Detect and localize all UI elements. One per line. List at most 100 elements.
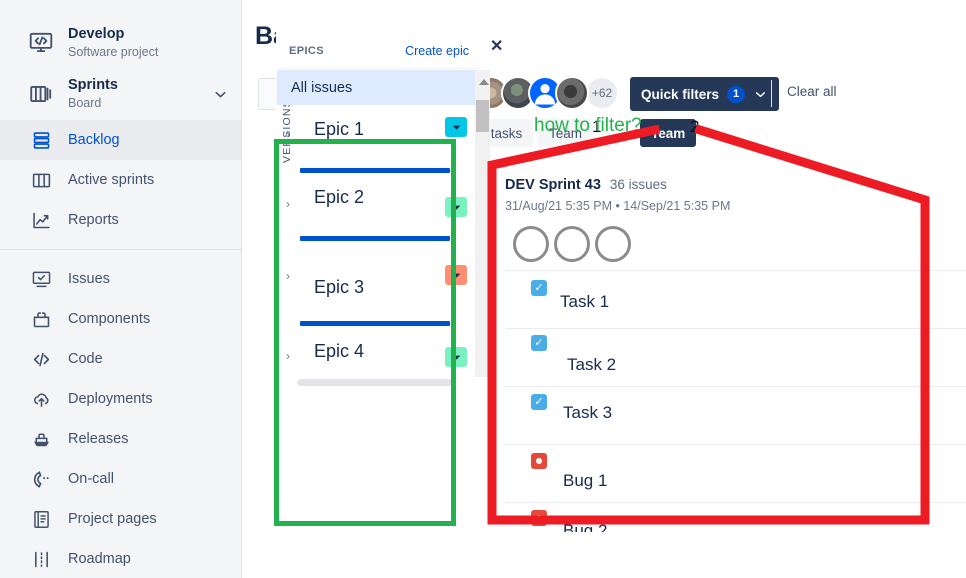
epic-color-swatch[interactable] bbox=[445, 197, 467, 217]
chevron-down-icon bbox=[753, 87, 768, 102]
issue-row[interactable]: Bug 2 bbox=[505, 502, 966, 532]
epic-color-swatch[interactable] bbox=[445, 117, 467, 137]
code-monitor-icon bbox=[28, 30, 54, 56]
project-sidebar: Develop Software project Sprints Board B… bbox=[0, 0, 242, 578]
issue-row[interactable]: ✓ Task 2 bbox=[505, 328, 966, 386]
app-window: Develop Software project Sprints Board B… bbox=[0, 0, 966, 578]
epics-scrollbar-thumb[interactable] bbox=[476, 100, 489, 132]
issue-label: Bug 1 bbox=[563, 471, 608, 490]
sidebar-item-label: Active sprints bbox=[68, 172, 155, 188]
issues-icon bbox=[28, 266, 54, 292]
avatar-overflow-count[interactable]: +62 bbox=[585, 76, 619, 110]
sidebar-divider bbox=[0, 249, 241, 250]
board-type: Board bbox=[68, 96, 102, 110]
task-icon: ✓ bbox=[531, 335, 547, 351]
filter-chip-team-active[interactable]: Team bbox=[640, 119, 697, 147]
clear-all-button[interactable]: Clear all bbox=[787, 84, 837, 99]
create-epic-button[interactable]: Create epic bbox=[405, 44, 469, 58]
sprint-dates: 31/Aug/21 5:35 PM • 14/Sep/21 5:35 PM bbox=[505, 199, 731, 213]
avatar[interactable] bbox=[513, 226, 549, 262]
close-icon[interactable]: ✕ bbox=[490, 39, 503, 55]
epic-row[interactable]: › Epic 1 bbox=[277, 105, 481, 179]
chevron-right-icon[interactable]: › bbox=[286, 197, 290, 211]
roadmap-icon bbox=[28, 546, 54, 572]
epics-list: › Epic 1 › Epic 2 › Epic 3 › Epic 4 bbox=[277, 105, 481, 377]
sidebar-item-label: Deployments bbox=[68, 391, 153, 407]
all-issues-label: All issues bbox=[291, 79, 353, 96]
epic-progress-bar bbox=[300, 321, 450, 326]
toolbar-divider bbox=[771, 80, 772, 107]
sidebar-item-label: Project pages bbox=[68, 511, 157, 527]
task-icon: ✓ bbox=[531, 280, 547, 296]
backlog-icon bbox=[28, 127, 54, 153]
annotation-how-to-filter: how to filter? bbox=[534, 115, 642, 136]
epics-all-issues-row[interactable]: All issues bbox=[277, 70, 481, 105]
sidebar-item-project-pages[interactable]: Project pages bbox=[0, 499, 241, 539]
epics-horizontal-scrollbar[interactable] bbox=[297, 379, 455, 386]
sprint-issue-count: 36 issues bbox=[609, 177, 667, 192]
issue-row[interactable]: ✓ Task 3 bbox=[505, 386, 966, 444]
sidebar-item-label: Backlog bbox=[68, 132, 120, 148]
epic-progress-bar bbox=[300, 236, 450, 241]
sprint-panel: DEV Sprint 43 36 issues 31/Aug/21 5:35 P… bbox=[497, 165, 966, 578]
epics-header-label: EPICS bbox=[289, 44, 325, 57]
bug-icon bbox=[531, 510, 547, 526]
sidebar-item-label: Reports bbox=[68, 212, 119, 228]
sidebar-project-header[interactable]: Develop Software project bbox=[0, 18, 241, 70]
chevron-right-icon[interactable]: › bbox=[286, 127, 290, 141]
chevron-right-icon[interactable]: › bbox=[286, 349, 290, 363]
sidebar-item-on-call[interactable]: On-call bbox=[0, 459, 241, 499]
reports-chart-icon bbox=[28, 207, 54, 233]
epic-name: Epic 1 bbox=[314, 119, 365, 139]
epics-panel-header: EPICS Create epic bbox=[277, 33, 481, 69]
sidebar-item-label: Components bbox=[68, 311, 151, 327]
sidebar-item-components[interactable]: Components bbox=[0, 299, 241, 339]
project-type: Software project bbox=[68, 45, 159, 59]
code-icon bbox=[28, 346, 54, 372]
main-content: Backlog +62 bbox=[242, 0, 966, 578]
quick-filters-button[interactable]: Quick filters 1 bbox=[630, 77, 780, 111]
columns-icon bbox=[28, 167, 54, 193]
sprint-name: DEV Sprint 43 bbox=[505, 177, 601, 193]
chevron-down-icon[interactable] bbox=[212, 86, 229, 103]
task-icon: ✓ bbox=[531, 394, 547, 410]
epic-name: Epic 3 bbox=[314, 277, 365, 297]
chevron-right-icon[interactable]: › bbox=[286, 269, 290, 283]
sidebar-item-label: Roadmap bbox=[68, 551, 131, 567]
quick-filters-label: Quick filters bbox=[641, 86, 720, 102]
sidebar-item-roadmap[interactable]: Roadmap bbox=[0, 539, 241, 578]
bug-icon bbox=[531, 453, 547, 469]
sidebar-item-issues[interactable]: Issues bbox=[0, 259, 241, 299]
avatar[interactable] bbox=[555, 76, 589, 110]
epic-progress-bar bbox=[300, 168, 450, 173]
sidebar-board-header[interactable]: Sprints Board bbox=[0, 70, 241, 120]
on-call-phone-icon bbox=[28, 466, 54, 492]
issue-label: Task 3 bbox=[563, 403, 613, 422]
epic-color-swatch[interactable] bbox=[445, 265, 467, 285]
scroll-up-arrow-icon[interactable] bbox=[479, 79, 489, 85]
sidebar-item-backlog[interactable]: Backlog bbox=[0, 120, 241, 160]
sidebar-item-label: Releases bbox=[68, 431, 129, 447]
epic-name: Epic 2 bbox=[314, 187, 365, 207]
issue-label: Bug 2 bbox=[563, 521, 608, 532]
avatar[interactable] bbox=[595, 226, 631, 262]
issue-label: Task 1 bbox=[560, 292, 610, 311]
issue-row[interactable]: Bug 1 bbox=[505, 444, 966, 502]
sidebar-item-deployments[interactable]: Deployments bbox=[0, 379, 241, 419]
sidebar-item-releases[interactable]: Releases bbox=[0, 419, 241, 459]
epic-row[interactable]: › Epic 3 bbox=[277, 253, 481, 327]
components-icon bbox=[28, 306, 54, 332]
avatar[interactable] bbox=[554, 226, 590, 262]
epic-color-swatch[interactable] bbox=[445, 347, 467, 367]
sidebar-item-reports[interactable]: Reports bbox=[0, 200, 241, 240]
epic-row[interactable]: › Epic 4 bbox=[277, 327, 481, 401]
epic-name: Epic 4 bbox=[314, 341, 365, 361]
sidebar-item-active-sprints[interactable]: Active sprints bbox=[0, 160, 241, 200]
deployments-cloud-icon bbox=[28, 386, 54, 412]
sidebar-item-code[interactable]: Code bbox=[0, 339, 241, 379]
issue-row[interactable]: ✓ Task 1 bbox=[505, 270, 966, 328]
sprint-issue-list: ✓ Task 1 ✓ Task 2 ✓ Task 3 Bug 1 Bug 2 bbox=[505, 270, 966, 532]
sprint-avatar-group[interactable] bbox=[513, 226, 631, 262]
epics-panel: VERSIONS EPICS Create epic All issues › … bbox=[276, 12, 503, 387]
sprint-header: DEV Sprint 43 36 issues bbox=[505, 177, 667, 193]
